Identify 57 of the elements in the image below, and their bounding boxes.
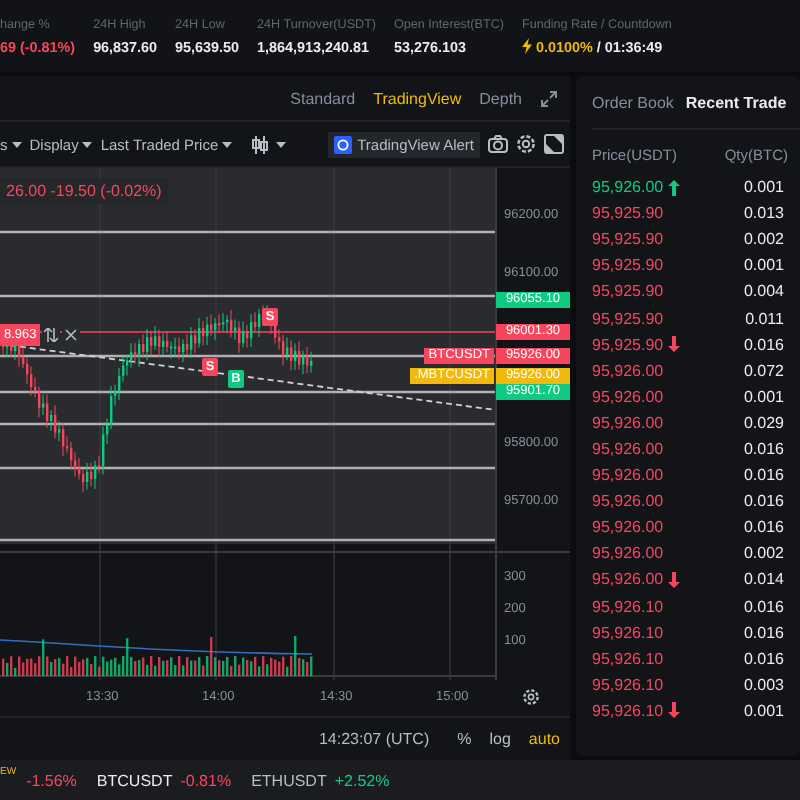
scale-option[interactable]: log <box>489 729 511 747</box>
trade-quantity: 0.011 <box>745 309 784 328</box>
trade-quantity: 0.001 <box>743 387 784 406</box>
trade-quantity: 0.013 <box>743 204 784 223</box>
price-legend: 26.00 -19.50 (-0.02%) <box>0 178 168 204</box>
panel-tab[interactable]: Order Book <box>592 93 674 111</box>
ticker-symbol[interactable]: BTCUSDT <box>96 771 173 789</box>
trade-price: 95,926.10 <box>592 623 664 642</box>
trade-quantity: 0.016 <box>743 597 784 616</box>
utc-clock: 14:23:07 (UTC) <box>318 729 430 747</box>
trade-price: 95,926.00 <box>592 466 664 485</box>
trade-price: 95,925.90 <box>592 256 664 275</box>
trade-quantity: 0.072 <box>743 361 784 380</box>
trade-price: 95,926.10 <box>592 597 664 616</box>
trade-price: 95,926.00 <box>592 570 664 589</box>
trade-price: 95,926.00 <box>592 518 664 537</box>
trade-price: 95,925.90 <box>592 282 664 301</box>
trade-price: 95,926.00 <box>592 439 664 458</box>
trade-price: 95,926.10 <box>592 675 664 694</box>
trade-price: 95,926.00 <box>592 492 664 511</box>
trade-quantity: 0.016 <box>743 335 784 354</box>
trade-price: 95,926.00 <box>592 387 664 406</box>
chart-view-tab[interactable]: Standard <box>290 89 356 107</box>
trade-quantity: 0.003 <box>743 675 784 694</box>
trade-quantity: 0.004 <box>743 282 784 301</box>
trade-quantity: 0.014 <box>743 570 784 589</box>
trade-price: 95,925.90 <box>592 230 664 249</box>
ticker-change: -0.81% <box>180 771 232 789</box>
trade-price: 95,926.00 <box>592 544 664 563</box>
chart-view-tab[interactable]: TradingView <box>373 89 462 107</box>
trade-price: 95,925.90 <box>592 309 664 328</box>
trade-quantity: 0.016 <box>743 439 784 458</box>
scale-option[interactable]: auto <box>528 729 560 747</box>
ticker-change: +2.52% <box>334 771 390 789</box>
trade-quantity: 0.002 <box>743 230 784 249</box>
trade-quantity: 0.029 <box>743 413 784 432</box>
ticker-change: -1.56% <box>26 771 77 789</box>
trade-price: 95,925.90 <box>592 335 664 354</box>
trade-price: 95,926.00 <box>592 361 664 380</box>
scale-option[interactable]: % <box>457 729 472 747</box>
trade-quantity: 0.001 <box>743 178 784 197</box>
trade-price: 95,926.00 <box>592 413 664 432</box>
trade-price: 95,926.00 <box>592 178 664 197</box>
chart-view-tab[interactable]: Depth <box>479 89 522 107</box>
trade-quantity: 0.001 <box>743 256 784 275</box>
trade-price: 95,925.90 <box>592 204 664 223</box>
panel-tab[interactable]: Recent Trade <box>685 93 787 111</box>
trade-quantity: 0.016 <box>743 649 784 668</box>
trade-quantity: 0.016 <box>743 623 784 642</box>
trade-quantity: 0.001 <box>743 701 784 720</box>
trade-quantity: 0.002 <box>743 544 784 563</box>
trade-quantity: 0.016 <box>743 466 784 485</box>
trade-quantity: 0.016 <box>743 518 784 537</box>
trade-quantity: 0.016 <box>743 492 784 511</box>
trade-price: 95,926.10 <box>592 649 664 668</box>
trade-price: 95,926.10 <box>592 701 664 720</box>
ticker-symbol[interactable]: ETHUSDT <box>251 771 327 789</box>
